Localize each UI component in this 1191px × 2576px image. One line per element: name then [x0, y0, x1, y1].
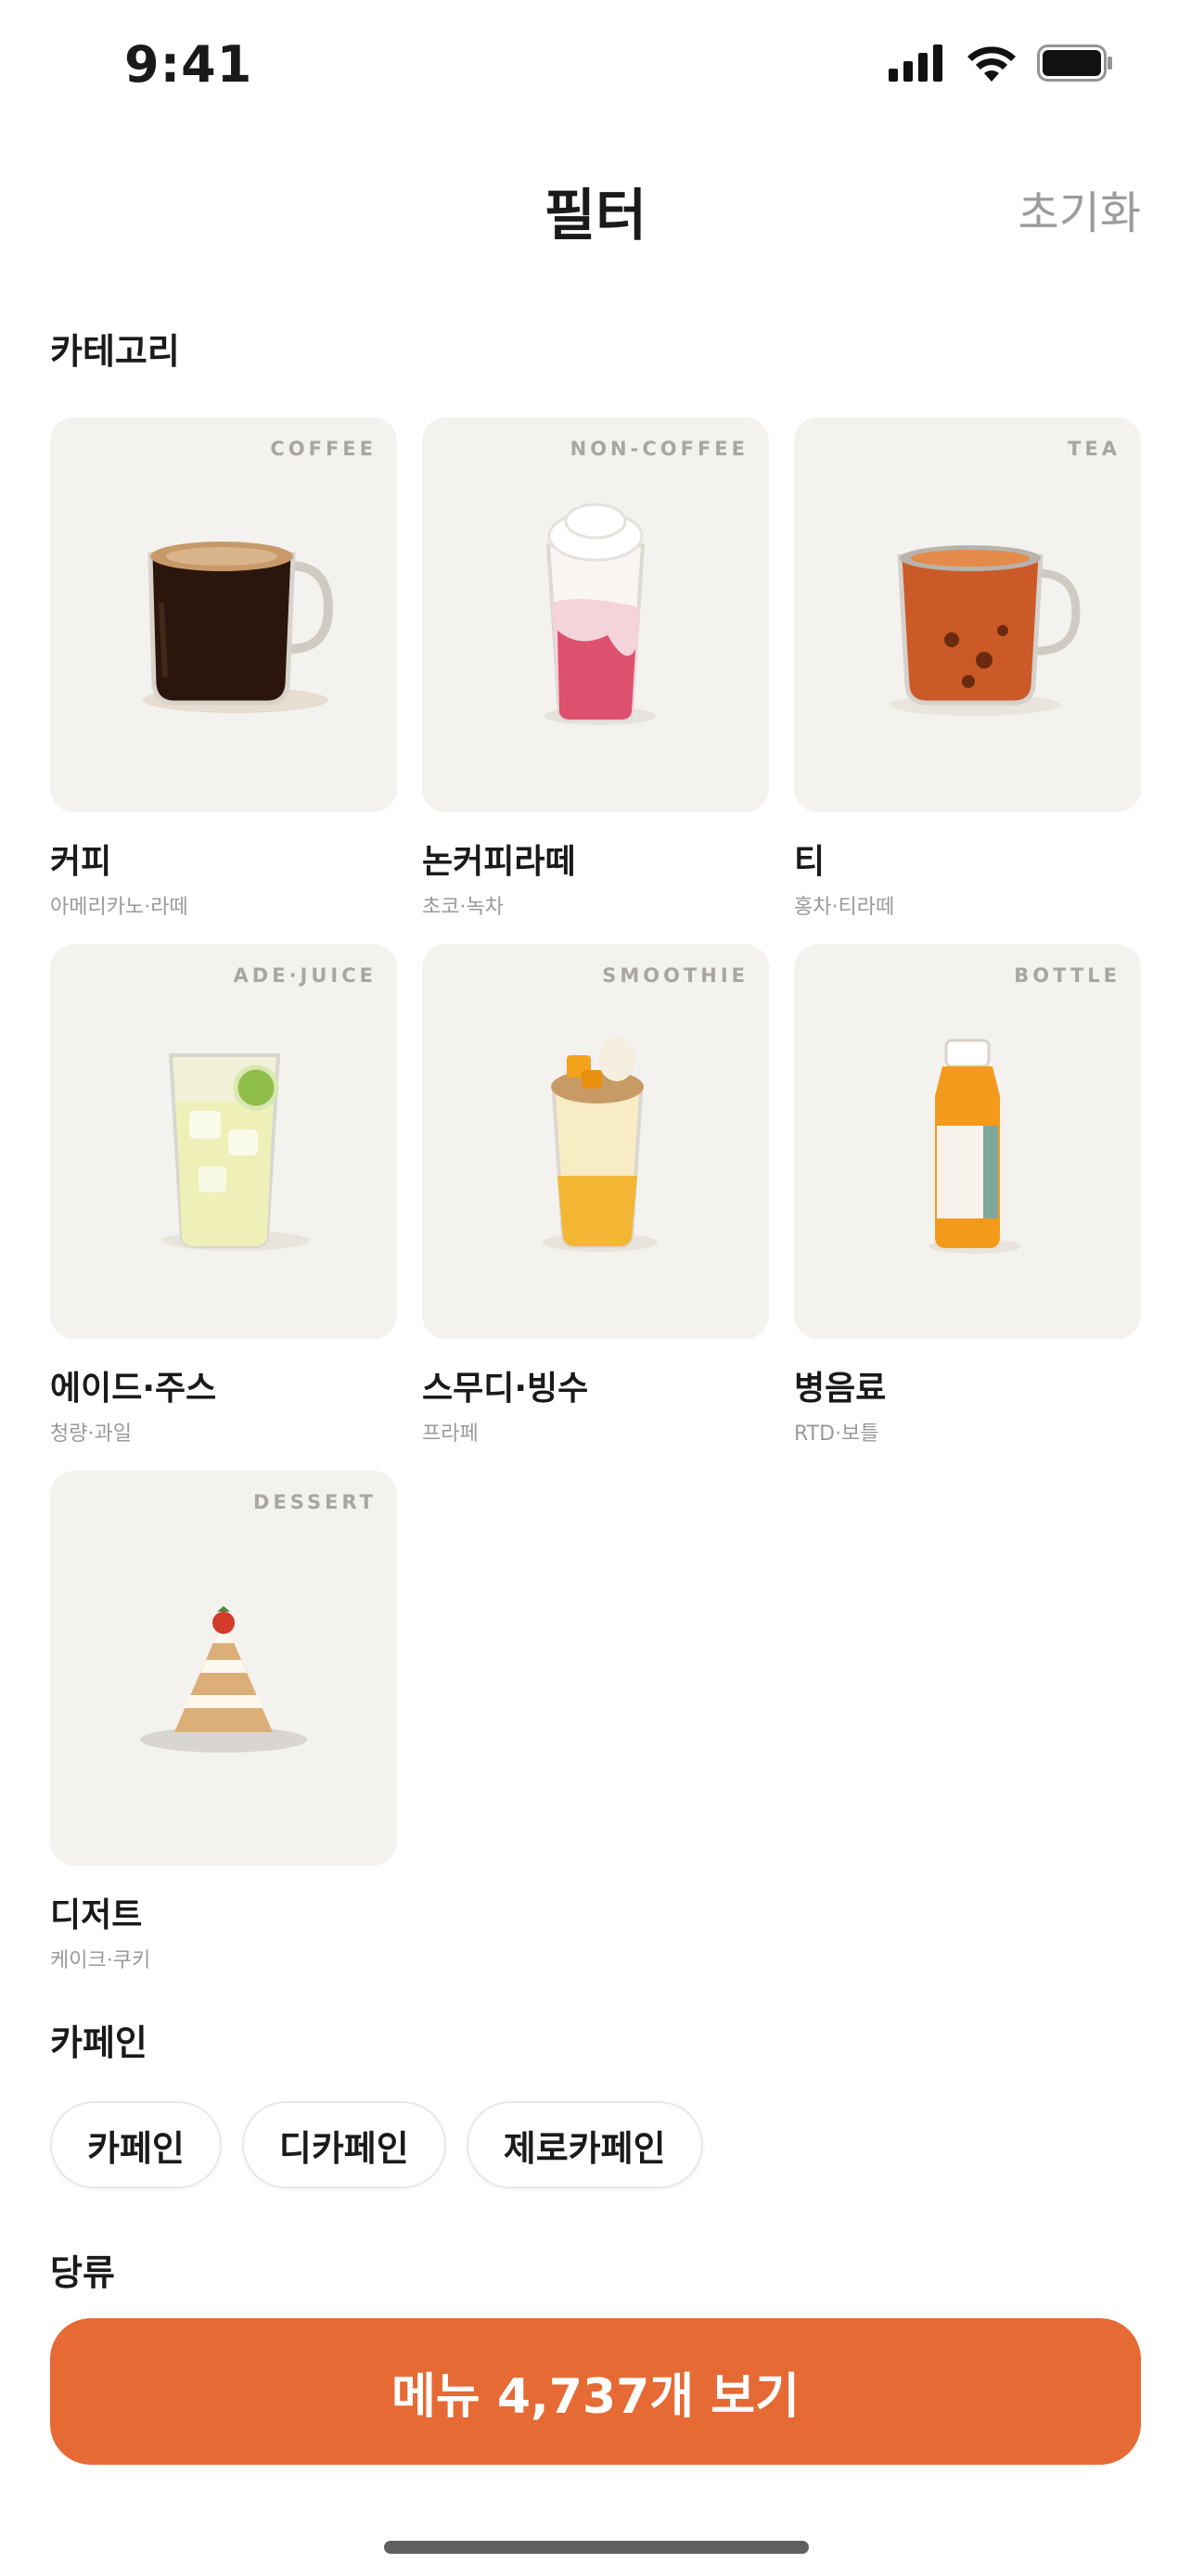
page-title: 필터 [544, 184, 647, 249]
category-tile: COFFEE [50, 417, 397, 812]
category-sub: 프라페 [422, 1422, 479, 1446]
category-sub: 아메리카노·라떼 [50, 896, 188, 919]
category-sub: 초코·녹차 [422, 896, 504, 919]
section-title-caffeine: 카페인 [50, 2022, 147, 2063]
header: 필터 초기화 [0, 158, 1191, 250]
category-card-non-coffee[interactable]: NON-COFFEE 논커피라떼 초코·녹차 [422, 417, 769, 920]
chip-caffeine[interactable]: 카페인 [50, 2101, 222, 2188]
bottle-icon [928, 1039, 1021, 1254]
chip-decaf[interactable]: 디카페인 [241, 2101, 446, 2188]
strawberry-latte-icon [544, 503, 656, 725]
category-card-tea[interactable]: TEA 티 홍차·티라떼 [794, 417, 1141, 920]
home-indicator [384, 2541, 809, 2554]
reset-button[interactable]: 초기화 [1018, 176, 1141, 241]
category-name: 병음료 [794, 1370, 887, 1408]
cellular-signal-icon [889, 45, 942, 82]
category-card-ade-juice[interactable]: ADE·JUICE 에이드·주스 청량·과일 [50, 944, 397, 1447]
tea-mug-icon [890, 545, 1081, 716]
category-sub: 케이크·쿠키 [50, 1949, 151, 1972]
section-title-sugar: 당류 [50, 2252, 115, 2293]
category-tile: SMOOTHIE [422, 944, 769, 1339]
category-card-dessert[interactable]: DESSERT 디저트 케이크·쿠키 [50, 1471, 397, 1973]
category-name: 스무디·빙수 [422, 1370, 589, 1408]
category-card-coffee[interactable]: COFFEE 커피 아메리카노·라떼 [50, 417, 397, 920]
view-menu-button[interactable]: 메뉴 4,737개 보기 [50, 2318, 1141, 2465]
status-icons [889, 45, 1113, 82]
smoothie-icon [543, 1037, 658, 1252]
category-name: 티 [794, 843, 826, 881]
category-tile: BOTTLE [794, 944, 1141, 1339]
category-sub: 청량·과일 [50, 1422, 132, 1446]
category-sub: RTD·보틀 [794, 1422, 879, 1446]
category-tile: DESSERT [50, 1471, 397, 1866]
status-bar: 9:41 [0, 0, 1191, 130]
category-tile: NON-COFFEE [422, 417, 769, 812]
cake-icon [140, 1606, 307, 1753]
category-name: 논커피라떼 [422, 843, 576, 881]
status-time: 9:41 [124, 35, 253, 94]
coffee-mug-icon [143, 542, 334, 713]
category-name: 디저트 [50, 1896, 143, 1934]
wifi-icon [967, 46, 1016, 82]
battery-icon [1037, 45, 1112, 82]
caffeine-chip-row: 카페인 디카페인 제로카페인 [50, 2101, 703, 2188]
category-tile: ADE·JUICE [50, 944, 397, 1339]
category-name: 커피 [50, 843, 112, 881]
category-card-bottle[interactable]: BOTTLE 병음료 RTD·보틀 [794, 944, 1141, 1447]
category-name: 에이드·주스 [50, 1370, 217, 1408]
category-card-smoothie[interactable]: SMOOTHIE 스무디·빙수 프라페 [422, 944, 769, 1447]
category-tile: TEA [794, 417, 1141, 812]
chip-zero-caffeine[interactable]: 제로카페인 [466, 2101, 703, 2188]
section-title-category: 카테고리 [50, 331, 180, 372]
ade-glass-icon [161, 1053, 310, 1251]
category-sub: 홍차·티라떼 [794, 896, 895, 919]
